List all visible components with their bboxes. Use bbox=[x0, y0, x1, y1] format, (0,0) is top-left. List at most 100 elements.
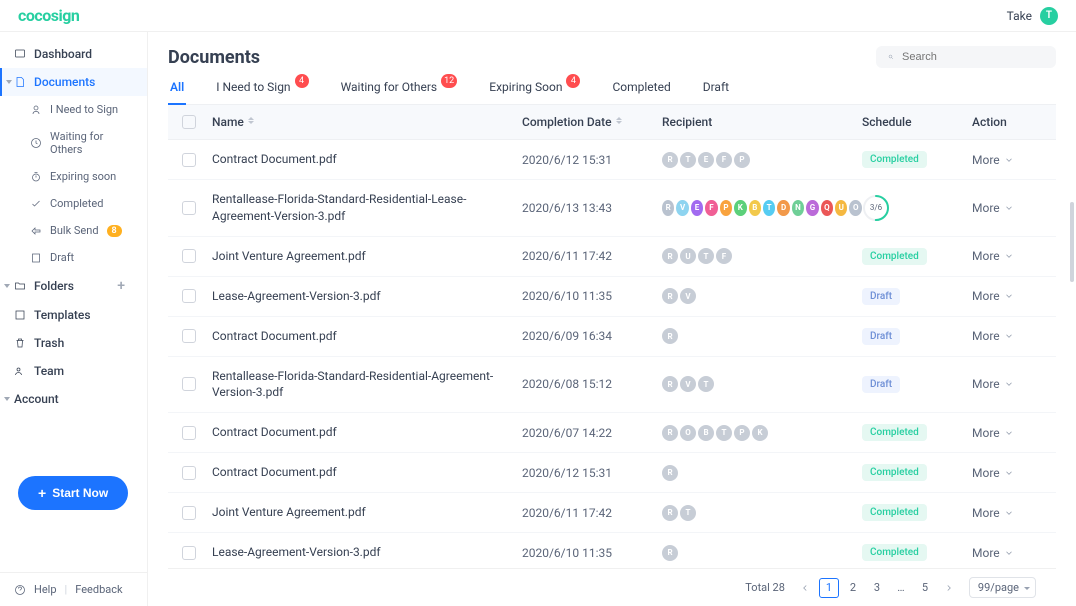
recipient-avatar: R bbox=[662, 328, 678, 344]
scrollbar[interactable] bbox=[1070, 202, 1074, 282]
column-date[interactable]: Completion Date bbox=[522, 115, 662, 129]
table-row[interactable]: Rentallease-Florida-Standard-Residential… bbox=[168, 180, 1056, 237]
row-checkbox[interactable] bbox=[182, 329, 196, 343]
more-action[interactable]: More bbox=[972, 426, 1042, 440]
progress-ring: 3/6 bbox=[862, 194, 890, 222]
chevron-down-icon bbox=[1004, 468, 1014, 478]
column-name[interactable]: Name bbox=[212, 115, 522, 129]
more-action[interactable]: More bbox=[972, 466, 1042, 480]
sidebar-sub-item[interactable]: Draft bbox=[0, 244, 147, 271]
more-action[interactable]: More bbox=[972, 546, 1042, 560]
sidebar-item-dashboard[interactable]: Dashboard bbox=[0, 40, 147, 68]
row-checkbox[interactable] bbox=[182, 201, 196, 215]
document-name: Lease-Agreement-Version-3.pdf bbox=[212, 288, 522, 305]
user-menu[interactable]: Take T bbox=[1007, 7, 1058, 25]
add-folder-icon[interactable]: + bbox=[117, 278, 125, 294]
table-row[interactable]: Contract Document.pdf 2020/6/09 16:34 R … bbox=[168, 317, 1056, 357]
row-checkbox[interactable] bbox=[182, 377, 196, 391]
row-checkbox[interactable] bbox=[182, 466, 196, 480]
recipients: R bbox=[662, 328, 862, 344]
sidebar-item-templates[interactable]: Templates bbox=[0, 301, 147, 329]
table-row[interactable]: Contract Document.pdf 2020/6/07 14:22 RO… bbox=[168, 413, 1056, 453]
more-action[interactable]: More bbox=[972, 201, 1042, 215]
tab[interactable]: Draft bbox=[701, 80, 731, 104]
sidebar-item-account[interactable]: Account bbox=[0, 385, 147, 413]
more-action[interactable]: More bbox=[972, 289, 1042, 303]
recipients: RUTF bbox=[662, 248, 862, 264]
sub-icon bbox=[30, 198, 42, 210]
pager-page[interactable]: 3 bbox=[867, 578, 887, 598]
brand-logo[interactable]: cocosign bbox=[18, 6, 79, 25]
recipients: ROBTPK bbox=[662, 425, 862, 441]
recipient-avatar: B bbox=[749, 200, 761, 216]
more-action[interactable]: More bbox=[972, 329, 1042, 343]
tab[interactable]: All bbox=[168, 80, 186, 104]
pager-page[interactable]: 1 bbox=[819, 578, 839, 598]
row-checkbox[interactable] bbox=[182, 426, 196, 440]
user-name: Take bbox=[1007, 9, 1032, 23]
dashboard-icon bbox=[14, 48, 26, 60]
recipient-avatar: P bbox=[720, 200, 732, 216]
row-checkbox[interactable] bbox=[182, 249, 196, 263]
row-checkbox[interactable] bbox=[182, 506, 196, 520]
sidebar-sub-item[interactable]: Expiring soon bbox=[0, 163, 147, 190]
sidebar-sub-item[interactable]: Waiting for Others bbox=[0, 123, 147, 163]
search-input[interactable] bbox=[902, 51, 1044, 63]
status-badge: Completed bbox=[862, 544, 927, 561]
more-action[interactable]: More bbox=[972, 377, 1042, 391]
page-size-select[interactable]: 99/page bbox=[969, 577, 1036, 598]
sidebar-sub-item[interactable]: Bulk Send8 bbox=[0, 217, 147, 244]
sidebar: Dashboard Documents I Need to SignWaitin… bbox=[0, 32, 148, 606]
recipient-avatar: F bbox=[705, 200, 717, 216]
more-action[interactable]: More bbox=[972, 249, 1042, 263]
row-checkbox[interactable] bbox=[182, 289, 196, 303]
recipients: R bbox=[662, 465, 862, 481]
sidebar-sub-item[interactable]: I Need to Sign bbox=[0, 96, 147, 123]
tab[interactable]: Completed bbox=[610, 80, 672, 104]
tab[interactable]: Expiring Soon4 bbox=[487, 80, 582, 104]
table-row[interactable]: Joint Venture Agreement.pdf 2020/6/11 17… bbox=[168, 493, 1056, 533]
table-row[interactable]: Lease-Agreement-Version-3.pdf 2020/6/10 … bbox=[168, 533, 1056, 568]
pager-page[interactable]: 5 bbox=[915, 578, 935, 598]
recipient-avatar: E bbox=[691, 200, 703, 216]
status-badge: Completed bbox=[862, 151, 927, 168]
tab-badge: 12 bbox=[441, 74, 457, 88]
recipient-avatar: K bbox=[752, 425, 768, 441]
sidebar-item-trash[interactable]: Trash bbox=[0, 329, 147, 357]
start-now-button[interactable]: Start Now bbox=[18, 476, 128, 510]
sidebar-sub-item[interactable]: Completed bbox=[0, 190, 147, 217]
pager-prev[interactable] bbox=[795, 578, 815, 598]
tab[interactable]: I Need to Sign4 bbox=[214, 80, 310, 104]
pager-page[interactable]: 2 bbox=[843, 578, 863, 598]
chevron-down-icon bbox=[1004, 331, 1014, 341]
completion-date: 2020/6/10 11:35 bbox=[522, 289, 662, 303]
more-action[interactable]: More bbox=[972, 153, 1042, 167]
table-row[interactable]: Contract Document.pdf 2020/6/12 15:31 RT… bbox=[168, 140, 1056, 180]
feedback-link[interactable]: Feedback bbox=[75, 583, 122, 596]
more-action[interactable]: More bbox=[972, 506, 1042, 520]
sidebar-item-team[interactable]: Team bbox=[0, 357, 147, 385]
user-avatar: T bbox=[1040, 7, 1058, 25]
sidebar-item-documents[interactable]: Documents bbox=[0, 68, 147, 96]
tab[interactable]: Waiting for Others12 bbox=[339, 80, 460, 104]
completion-date: 2020/6/11 17:42 bbox=[522, 249, 662, 263]
chevron-down-icon bbox=[1004, 508, 1014, 518]
search-box[interactable] bbox=[876, 46, 1056, 68]
template-icon bbox=[14, 309, 26, 321]
pager-page[interactable]: … bbox=[891, 578, 911, 598]
sub-icon bbox=[30, 252, 42, 264]
table-row[interactable]: Lease-Agreement-Version-3.pdf 2020/6/10 … bbox=[168, 277, 1056, 317]
recipients: RVT bbox=[662, 376, 862, 392]
table-row[interactable]: Joint Venture Agreement.pdf 2020/6/11 17… bbox=[168, 237, 1056, 277]
row-checkbox[interactable] bbox=[182, 153, 196, 167]
recipient-avatar: R bbox=[662, 545, 678, 561]
table-row[interactable]: Rentallease-Florida-Standard-Residential… bbox=[168, 357, 1056, 414]
recipient-avatar: T bbox=[716, 425, 732, 441]
table-row[interactable]: Contract Document.pdf 2020/6/12 15:31 R … bbox=[168, 453, 1056, 493]
select-all-checkbox[interactable] bbox=[182, 115, 196, 129]
sidebar-item-folders[interactable]: Folders + bbox=[0, 271, 147, 301]
pager-next[interactable] bbox=[939, 578, 959, 598]
row-checkbox[interactable] bbox=[182, 546, 196, 560]
help-link[interactable]: Help bbox=[34, 583, 57, 596]
chevron-down-icon bbox=[1004, 291, 1014, 301]
